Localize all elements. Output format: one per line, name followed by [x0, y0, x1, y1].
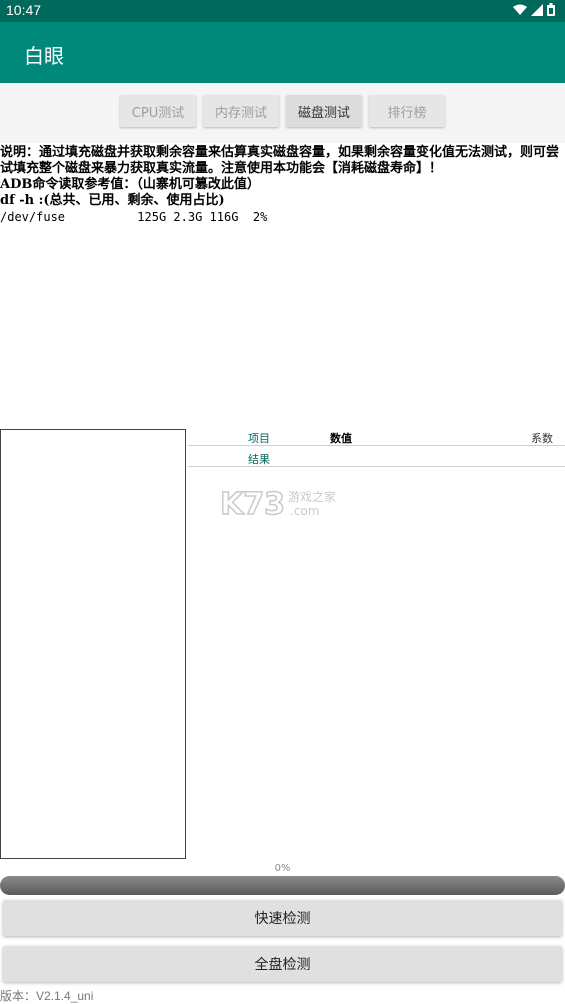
quick-check-button[interactable]: 快速检测 [3, 900, 562, 936]
status-time: 10:47 [6, 2, 42, 18]
result-log-box [0, 429, 186, 859]
svg-text:游戏之家: 游戏之家 [288, 489, 336, 504]
description-text: 说明：通过填充磁盘并获取剩余容量来估算真实磁盘容量，如果剩余容量变化值无法测试，… [0, 145, 560, 176]
disk-test-description: 说明：通过填充磁盘并获取剩余容量来估算真实磁盘容量，如果剩余容量变化值无法测试，… [0, 145, 560, 225]
header-item: 项目 [248, 432, 270, 445]
result-table-header: 项目 数值 系数 [188, 428, 565, 446]
status-bar: 10:47 [0, 0, 565, 22]
battery-icon [547, 3, 555, 16]
signal-icon [531, 3, 543, 16]
df-command-label: df -h :(总共、已用、剩余、使用占比) [0, 193, 225, 208]
header-value: 数值 [330, 432, 352, 445]
status-icons [513, 3, 555, 16]
adb-reference-label: ADB命令读取参考值：（山寨机可篡改此值） [0, 177, 260, 192]
svg-text:.com: .com [290, 504, 319, 518]
test-tabs: CPU测试 内存测试 磁盘测试 排行榜 [0, 83, 565, 143]
tab-cpu[interactable]: CPU测试 [120, 95, 196, 127]
app-title: 白眼 [24, 44, 64, 68]
version-label: 版本：V2.1.4_uni [0, 989, 94, 1003]
wifi-icon [513, 4, 527, 15]
watermark-logo: K73 游戏之家 .com [220, 486, 336, 523]
full-check-button[interactable]: 全盘检测 [3, 946, 562, 982]
svg-text:K73: K73 [220, 487, 285, 522]
row-item-result: 结果 [248, 453, 270, 466]
tab-memory[interactable]: 内存测试 [203, 95, 279, 127]
df-output-line: /dev/fuse 125G 2.3G 116G 2% [0, 210, 268, 224]
progress-bar [0, 876, 565, 895]
app-bar: 白眼 [0, 22, 565, 83]
tab-disk[interactable]: 磁盘测试 [286, 95, 362, 127]
tab-ranking[interactable]: 排行榜 [369, 95, 445, 127]
header-coefficient: 系数 [531, 432, 553, 445]
table-row: 结果 [188, 449, 565, 467]
progress-percent: 0% [274, 863, 291, 874]
